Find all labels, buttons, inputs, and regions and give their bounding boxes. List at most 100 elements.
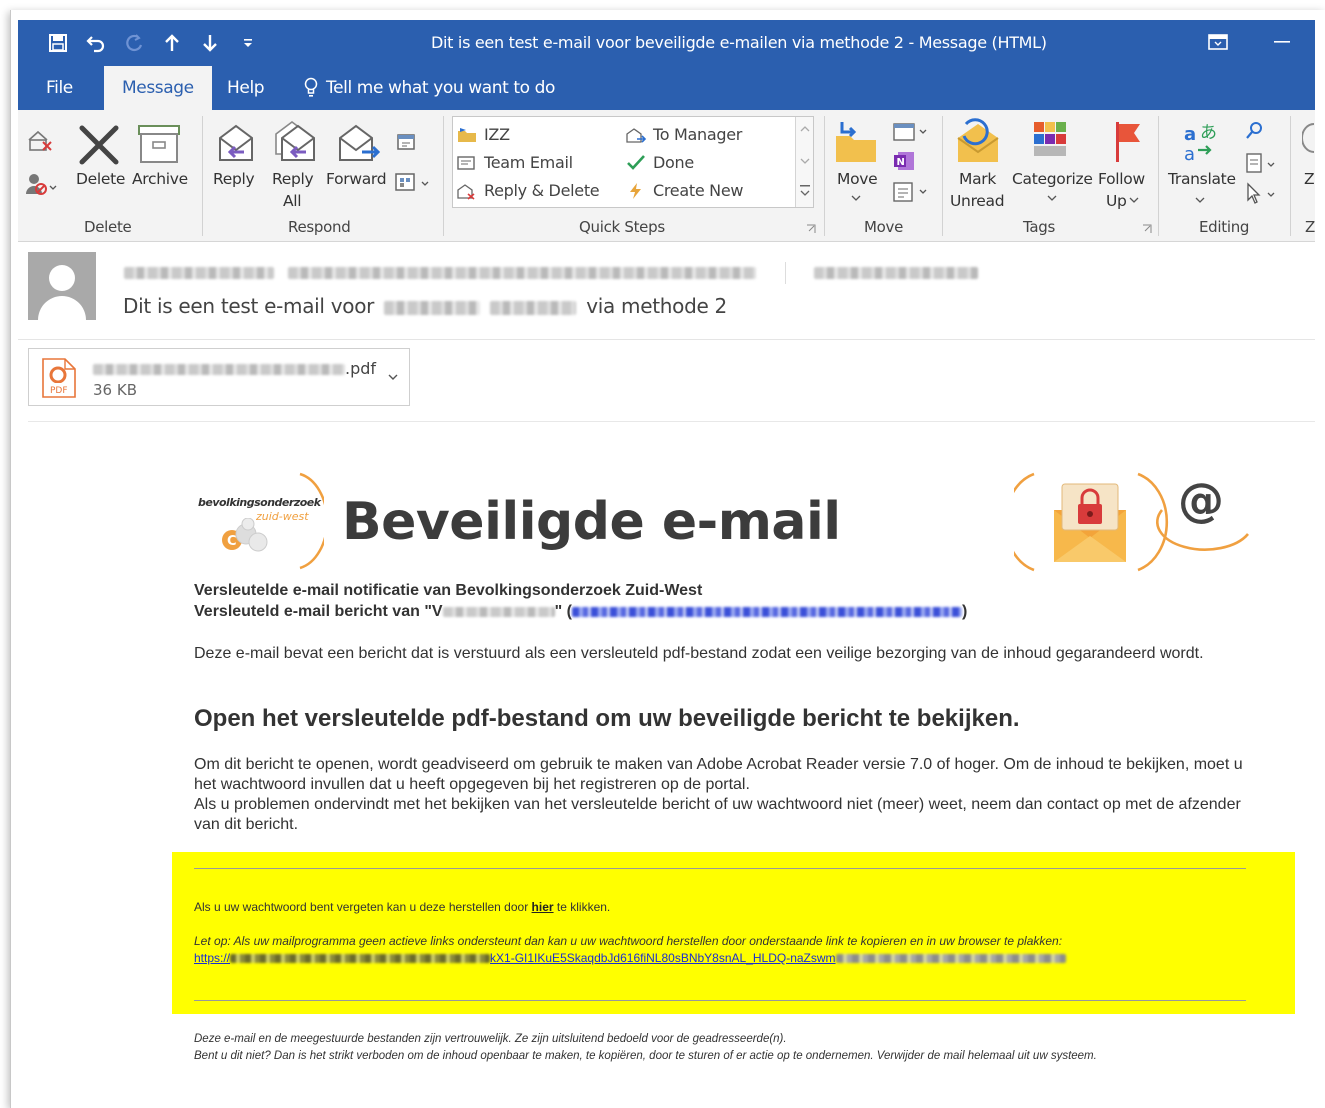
delete-group-label: Delete	[84, 218, 132, 236]
title-bar: Dit is een test e-mail voor beveiligde e…	[18, 20, 1315, 66]
banner-title: Beveiligde e-mail	[342, 492, 841, 552]
sender-address-redacted	[288, 267, 757, 279]
folder-move-icon	[458, 127, 476, 142]
attachment-card[interactable]: PDF .pdf 36 KB	[28, 348, 410, 406]
reset-password-link[interactable]: hier	[532, 900, 554, 914]
notification-line-1: Versleutelde e-mail notificatie van Bevo…	[194, 582, 703, 599]
meeting-reply-icon[interactable]	[396, 132, 418, 154]
translate-icon[interactable]: a あa	[1180, 120, 1224, 164]
up-arrow-icon[interactable]	[160, 31, 184, 55]
translate-dropdown-icon[interactable]	[1194, 196, 1206, 204]
move-button[interactable]: Move	[837, 170, 878, 188]
recipient-redacted	[814, 267, 979, 279]
undo-icon[interactable]	[84, 31, 108, 55]
attachment-size: 36 KB	[93, 381, 137, 399]
translate-button[interactable]: Translate	[1168, 170, 1236, 188]
move-group-label: Move	[864, 218, 904, 236]
follow-up-button-line2[interactable]: Up	[1106, 192, 1127, 210]
tab-message[interactable]: Message	[104, 66, 212, 110]
quick-step-team-email[interactable]: Team Email	[456, 153, 573, 172]
zoom-icon[interactable]	[1302, 122, 1316, 154]
minimize-icon[interactable]	[1270, 31, 1294, 53]
archive-button[interactable]: Archive	[132, 170, 188, 188]
pdf-file-icon: PDF	[42, 358, 76, 398]
save-icon[interactable]	[46, 31, 70, 55]
chevron-down-icon[interactable]	[387, 373, 399, 381]
ribbon-display-options-icon[interactable]	[1206, 31, 1230, 53]
svg-text:a: a	[1184, 124, 1196, 145]
quick-step-create-new[interactable]: Create New	[625, 181, 743, 200]
message-subject: Dit is een test e-mail voor via methode …	[123, 294, 727, 318]
lightbulb-icon	[304, 77, 318, 97]
confidentiality-footer: Deze e-mail en de meegestuurde bestanden…	[194, 1033, 1097, 1062]
tab-file[interactable]: File	[46, 66, 73, 110]
actions-icon[interactable]	[890, 180, 930, 204]
follow-up-flag-icon[interactable]	[1112, 120, 1144, 164]
follow-up-button-line1[interactable]: Follow	[1098, 170, 1145, 188]
avatar	[28, 252, 96, 320]
svg-text:C: C	[227, 534, 237, 549]
down-arrow-icon[interactable]	[198, 31, 222, 55]
reset-url-link[interactable]: https://kX1-GI1IKuE5SkaqdbJd616fiNL80sBN…	[194, 951, 1066, 965]
categorize-dropdown-icon[interactable]	[1046, 194, 1058, 202]
respond-group-label: Respond	[288, 218, 351, 236]
quick-step-reply-delete[interactable]: Reply & Delete	[456, 181, 600, 200]
tab-help[interactable]: Help	[227, 66, 265, 110]
categorize-button[interactable]: Categorize	[1012, 170, 1093, 188]
dialog-launcher-icon[interactable]	[806, 224, 816, 234]
tell-me-search[interactable]: Tell me what you want to do	[304, 66, 555, 110]
reply-all-icon[interactable]	[272, 118, 320, 166]
tags-dialog-launcher-icon[interactable]	[1142, 224, 1152, 234]
svg-text:@: @	[1178, 473, 1224, 527]
move-dropdown-icon[interactable]	[850, 194, 862, 202]
mark-unread-button-line2[interactable]: Unread	[950, 192, 1005, 210]
zoom-group-label: Z	[1305, 218, 1315, 236]
move-folder-icon[interactable]	[832, 118, 880, 166]
customize-qat-icon[interactable]	[236, 31, 260, 55]
mark-unread-icon[interactable]	[954, 118, 1002, 166]
more-respond-icon[interactable]	[394, 170, 434, 196]
reply-button[interactable]: Reply	[213, 170, 255, 188]
zoom-button[interactable]: Z	[1304, 170, 1315, 188]
rules-icon[interactable]	[890, 120, 930, 144]
categorize-icon[interactable]	[1032, 120, 1068, 160]
quick-access-toolbar	[46, 30, 260, 56]
group-separator	[1290, 116, 1291, 236]
sender-line	[124, 262, 979, 284]
related-icon[interactable]	[1244, 152, 1280, 176]
follow-up-dropdown-icon[interactable]	[1128, 196, 1140, 204]
select-cursor-icon[interactable]	[1244, 182, 1280, 206]
delete-icon[interactable]	[76, 122, 122, 168]
forward-button[interactable]: Forward	[326, 170, 387, 188]
archive-icon[interactable]	[136, 122, 182, 168]
url-redacted-2	[835, 954, 1066, 964]
quick-steps-scrollbar[interactable]	[795, 117, 813, 207]
quick-step-to-manager[interactable]: To Manager	[625, 125, 742, 144]
reply-all-button-line2[interactable]: All	[283, 192, 302, 210]
quick-step-done[interactable]: Done	[625, 153, 694, 172]
group-separator	[1158, 116, 1159, 236]
to-manager-icon	[626, 127, 647, 143]
separator-line	[194, 868, 1246, 869]
sender-email-link-redacted[interactable]	[571, 606, 962, 617]
onenote-icon[interactable]: N	[892, 150, 916, 172]
delete-button[interactable]: Delete	[76, 170, 125, 188]
reply-icon[interactable]	[214, 120, 258, 166]
group-separator	[824, 116, 825, 236]
group-separator	[443, 116, 444, 236]
forward-icon[interactable]	[336, 120, 382, 166]
tags-group-label: Tags	[1023, 218, 1056, 236]
ribbon: Delete Archive Delete Reply Reply All Fo…	[18, 110, 1315, 242]
subject-redacted-2	[490, 300, 577, 315]
mark-unread-button-line1[interactable]: Mark	[959, 170, 996, 188]
ignore-icon[interactable]	[26, 128, 56, 154]
secure-mail-graphic: @	[1014, 472, 1249, 572]
quick-step-izz[interactable]: IZZ	[456, 125, 510, 144]
find-icon[interactable]	[1244, 120, 1266, 142]
redo-icon[interactable]	[122, 31, 146, 55]
notification-line-2: Versleuteld e-mail bericht van "V " ()	[194, 603, 968, 620]
reply-all-button-line1[interactable]: Reply	[272, 170, 314, 188]
junk-icon[interactable]	[24, 172, 58, 198]
password-reset-box: Als u uw wachtwoord bent vergeten kan u …	[172, 852, 1295, 1014]
svg-text:a: a	[1184, 144, 1195, 164]
